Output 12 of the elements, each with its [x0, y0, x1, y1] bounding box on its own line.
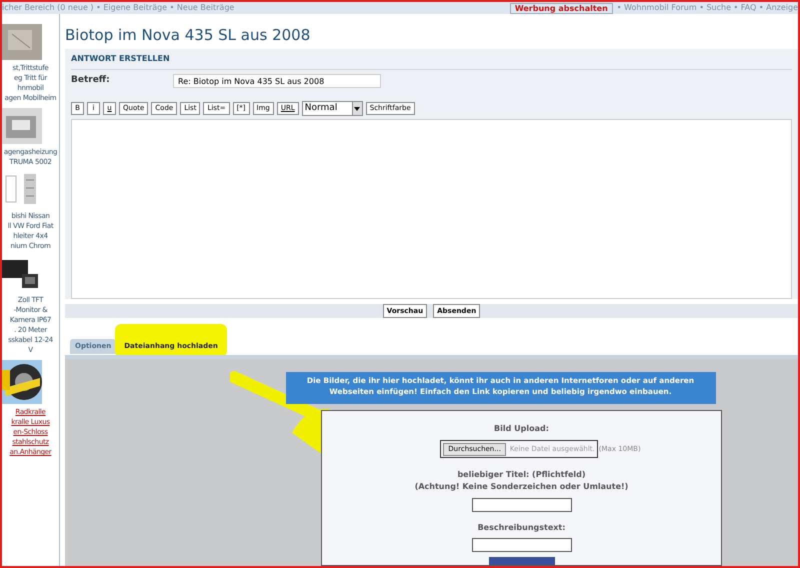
subject-label: Betreff:	[71, 74, 111, 88]
nav-links: • Wohnmobil Forum • Suche • FAQ • Anzeige	[616, 3, 798, 13]
description-label: Beschreibungstext:	[478, 522, 566, 534]
topic-title: Biotop im Nova 435 SL aus 2008	[65, 25, 312, 46]
upload-label: Bild Upload:	[494, 423, 549, 435]
size-select[interactable]: Normal	[302, 101, 363, 116]
ad-button[interactable]: Werbung abschalten	[510, 2, 613, 14]
top-links: icher Bereich (0 neue ) • Eigene Beiträge • Neue Beiträge	[2, 3, 234, 13]
subject-field[interactable]: Re: Biotop im Nova 435 SL aus 2008	[173, 74, 381, 88]
panel-heading: ANTWORT ERSTELLEN	[71, 49, 792, 70]
title-label: beliebiger Titel: (Pflichtfeld)	[457, 469, 586, 481]
title-hint: (Achtung! Keine Sonderzeichen oder Umlaute!)	[414, 481, 628, 493]
